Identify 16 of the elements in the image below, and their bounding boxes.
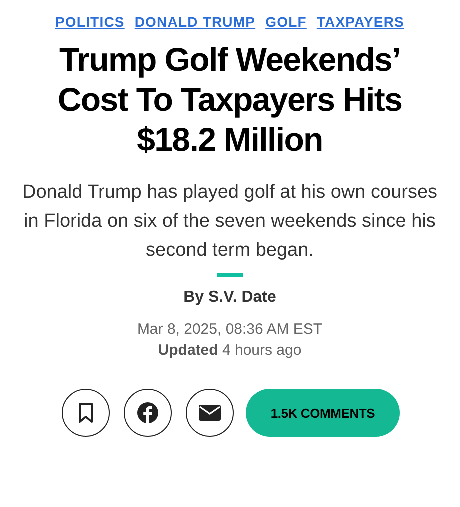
- headline: Trump Golf Weekends’ Cost To Taxpayers Hits $18.2 Million: [56, 40, 404, 160]
- publish-date: Mar 8, 2025, 08:36 AM EST: [136, 320, 324, 340]
- email-button[interactable]: [186, 389, 234, 437]
- topic-tag-link[interactable]: TAXPAYERS: [316, 14, 404, 30]
- article-summary: Donald Trump has played golf at his own courses in Florida on six of the seven weekends since his second term began.: [21, 181, 439, 263]
- topic-tag-link[interactable]: GOLF: [266, 14, 307, 30]
- topic-tag-link[interactable]: POLITICS: [55, 14, 125, 30]
- facebook-icon: [137, 402, 159, 424]
- bookmark-icon: [78, 403, 94, 423]
- email-icon: [199, 405, 221, 421]
- bookmark-button[interactable]: [62, 389, 110, 437]
- updated-time: Updated 4 hours ago: [157, 341, 303, 361]
- facebook-button[interactable]: [124, 389, 172, 437]
- byline: By S.V. Date: [182, 289, 278, 307]
- comments-button[interactable]: 1.5K COMMENTS: [246, 389, 400, 437]
- topic-tag-link[interactable]: DONALD TRUMP: [134, 14, 256, 30]
